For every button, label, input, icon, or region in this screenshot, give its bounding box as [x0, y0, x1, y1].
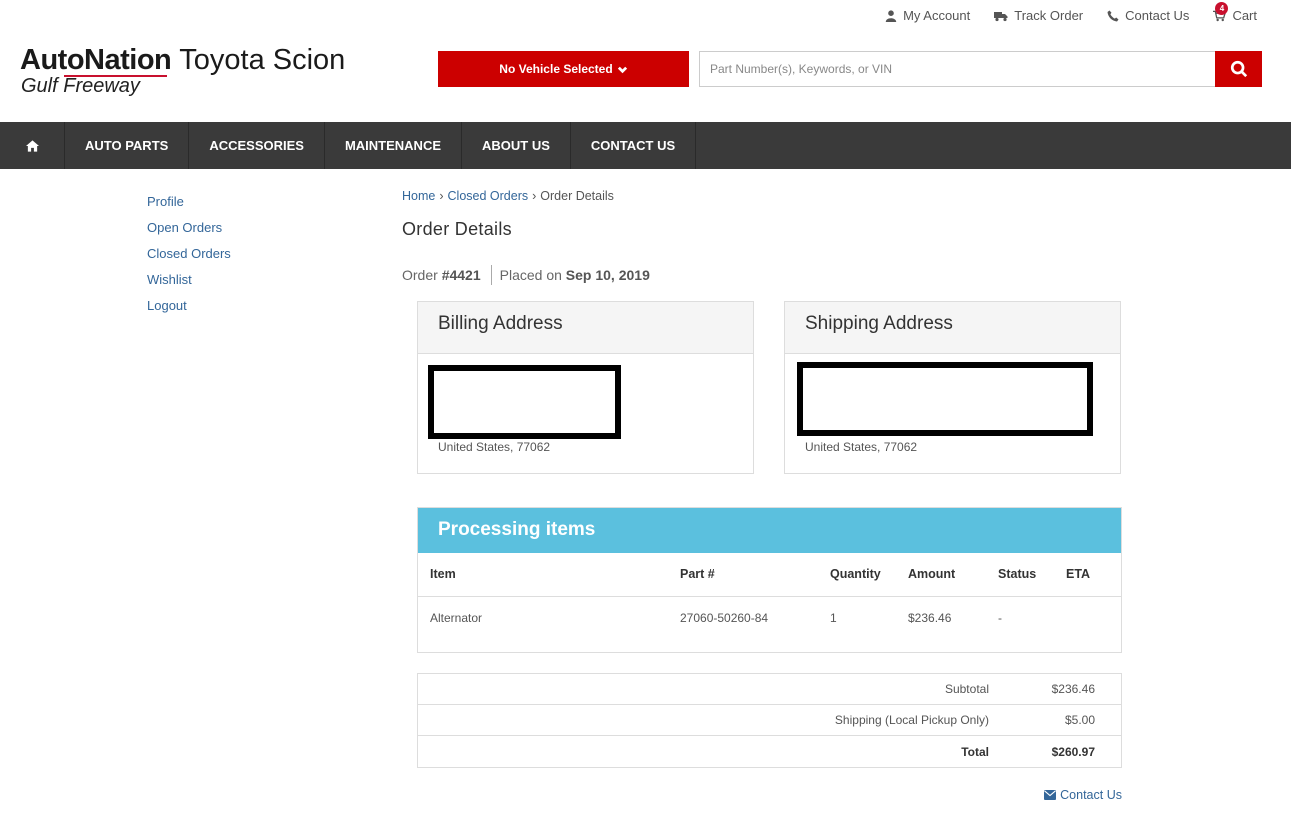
processing-items-panel: Processing items Item Part # Quantity Am…: [417, 507, 1122, 653]
nav-home[interactable]: [0, 122, 65, 169]
breadcrumb-home[interactable]: Home: [402, 189, 435, 203]
site-logo[interactable]: AutoNation Toyota Scion Gulf Freeway: [20, 44, 360, 108]
billing-address-title: Billing Address: [418, 302, 753, 354]
logo-location: Gulf Freeway: [21, 75, 140, 97]
account-sidebar: Profile Open Orders Closed Orders Wishli…: [147, 193, 231, 315]
my-account-link[interactable]: My Account: [885, 8, 970, 23]
processing-items-title: Processing items: [418, 508, 1121, 553]
order-date: Sep 10, 2019: [565, 267, 650, 283]
billing-address-redaction: [428, 365, 621, 439]
search-input[interactable]: [699, 51, 1215, 87]
envelope-icon: [1044, 790, 1057, 800]
cell-eta: [1054, 596, 1121, 639]
home-icon: [25, 139, 39, 152]
cell-item: Alternator: [430, 610, 483, 625]
sidebar-item-closed-orders[interactable]: Closed Orders: [147, 245, 231, 263]
phone-icon: [1107, 10, 1119, 21]
chevron-down-icon: [617, 66, 627, 73]
placed-prefix: Placed on: [499, 267, 562, 283]
shipping-row: Shipping (Local Pickup Only) $5.00: [418, 705, 1121, 736]
column-header-status: Status: [986, 553, 1054, 597]
table-header-row: Item Part # Quantity Amount Status ETA: [418, 553, 1121, 597]
footer-contact-label: Contact Us: [1060, 788, 1122, 802]
search-icon: [1230, 60, 1247, 78]
cell-quantity: 1: [830, 610, 837, 625]
vehicle-selector-label: No Vehicle Selected: [499, 62, 613, 76]
breadcrumb-current: Order Details: [540, 189, 614, 203]
cell-status: -: [998, 610, 1002, 625]
sidebar-item-profile[interactable]: Profile: [147, 193, 231, 211]
truck-icon: [994, 11, 1008, 21]
shipping-address-panel: Shipping Address United States, 77062: [784, 301, 1121, 474]
track-order-link[interactable]: Track Order: [994, 8, 1083, 23]
search-bar: [699, 51, 1262, 87]
subtotal-value: $236.46: [1051, 682, 1095, 696]
total-value: $260.97: [1051, 744, 1095, 759]
shipping-address-redaction: [797, 362, 1093, 436]
track-order-label: Track Order: [1014, 8, 1084, 23]
nav-auto-parts[interactable]: AUTO PARTS: [65, 122, 190, 169]
subtotal-label: Subtotal: [944, 682, 989, 696]
shipping-country-zip: United States, 77062: [805, 440, 918, 454]
cell-amount: $236.46: [908, 610, 952, 625]
search-button[interactable]: [1215, 51, 1262, 87]
cell-part: 27060-50260-84: [680, 610, 769, 625]
cart-label: Cart: [1232, 8, 1257, 23]
shipping-label: Shipping (Local Pickup Only): [834, 713, 989, 727]
billing-address-panel: Billing Address United States, 77062: [417, 301, 754, 474]
user-icon: [885, 9, 897, 22]
footer-contact-link[interactable]: Contact Us: [1044, 788, 1122, 802]
column-header-amount: Amount: [896, 553, 986, 597]
nav-about-us[interactable]: ABOUT US: [462, 122, 571, 169]
sidebar-item-wishlist[interactable]: Wishlist: [147, 271, 231, 289]
order-totals: Subtotal $236.46 Shipping (Local Pickup …: [417, 673, 1122, 768]
column-header-quantity: Quantity: [818, 553, 896, 597]
shipping-address-title: Shipping Address: [785, 302, 1120, 354]
my-account-label: My Account: [903, 8, 971, 23]
breadcrumb-closed-orders[interactable]: Closed Orders: [448, 189, 529, 203]
page-title: Order Details: [402, 219, 512, 239]
main-nav: AUTO PARTS ACCESSORIES MAINTENANCE ABOUT…: [0, 122, 1291, 169]
order-meta-divider: [490, 265, 492, 285]
processing-items-table: Item Part # Quantity Amount Status ETA A…: [418, 553, 1121, 639]
utility-bar: My Account Track Order Contact Us 4 Cart: [885, 2, 1257, 23]
sidebar-item-logout[interactable]: Logout: [147, 297, 231, 315]
billing-country-zip: United States, 77062: [438, 440, 551, 454]
contact-us-link[interactable]: Contact Us: [1107, 8, 1189, 23]
column-header-eta: ETA: [1054, 553, 1121, 597]
total-label: Total: [961, 744, 989, 759]
breadcrumb-separator: ›: [439, 189, 444, 203]
cart-link[interactable]: 4 Cart: [1213, 2, 1257, 23]
column-header-item: Item: [418, 553, 668, 597]
order-prefix: Order: [402, 267, 438, 283]
order-meta: Order #4421 Placed on Sep 10, 2019: [402, 265, 650, 285]
logo-brand: Toyota Scion: [179, 44, 346, 76]
nav-accessories[interactable]: ACCESSORIES: [189, 122, 325, 169]
breadcrumb-separator: ›: [532, 189, 537, 203]
total-row: Total $260.97: [418, 736, 1121, 767]
table-row: Alternator 27060-50260-84 1 $236.46 -: [418, 596, 1121, 639]
nav-maintenance[interactable]: MAINTENANCE: [325, 122, 463, 169]
sidebar-item-open-orders[interactable]: Open Orders: [147, 219, 231, 237]
vehicle-selector-button[interactable]: No Vehicle Selected: [438, 51, 689, 87]
subtotal-row: Subtotal $236.46: [418, 674, 1121, 705]
cart-count-badge: 4: [1215, 2, 1229, 15]
breadcrumb: Home › Closed Orders › Order Details: [402, 189, 614, 203]
shipping-value: $5.00: [1064, 713, 1095, 727]
nav-contact-us[interactable]: CONTACT US: [571, 122, 697, 169]
column-header-part: Part #: [668, 553, 818, 597]
logo-name: AutoNation: [20, 44, 172, 77]
contact-us-label: Contact Us: [1125, 8, 1190, 23]
order-number: #4421: [441, 267, 481, 283]
